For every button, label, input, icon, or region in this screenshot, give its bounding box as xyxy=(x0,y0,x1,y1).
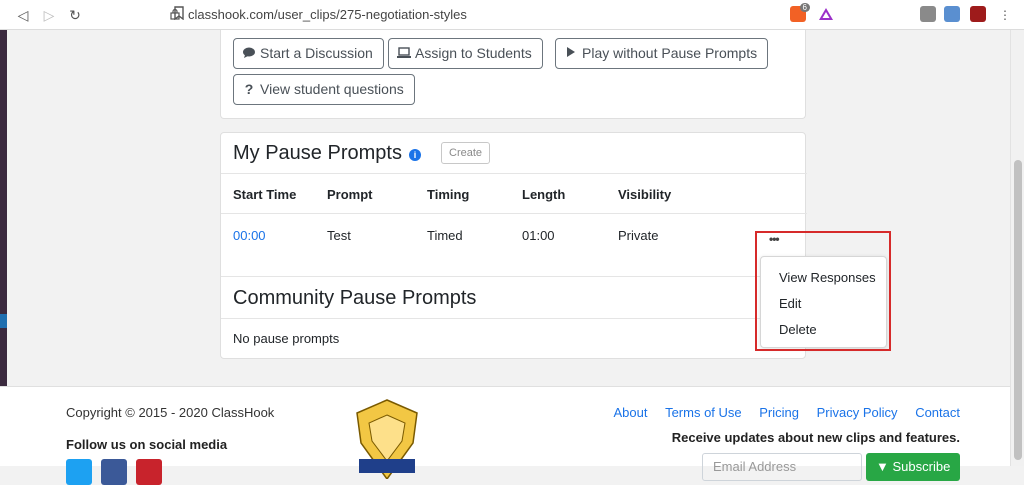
actions-card: Start a Discussion Assign to Students Pl… xyxy=(220,30,806,119)
privacy-link[interactable]: Privacy Policy xyxy=(817,405,898,420)
play-icon xyxy=(564,39,578,68)
page-scrollbar[interactable] xyxy=(1010,30,1024,466)
column-header: Prompt xyxy=(327,187,373,202)
extension-icon-2[interactable] xyxy=(944,6,960,22)
community-prompts-title: Community Pause Prompts xyxy=(233,287,477,309)
column-header: Visibility xyxy=(618,187,672,202)
assign-students-button[interactable]: Assign to Students xyxy=(388,38,543,69)
extension-icon-1[interactable] xyxy=(920,6,936,22)
aasl-badge-logo xyxy=(356,399,418,479)
question-icon: ? xyxy=(244,81,254,97)
pricing-link[interactable]: Pricing xyxy=(759,405,799,420)
menu-icon[interactable]: ⋮ xyxy=(996,6,1014,24)
pinterest-icon[interactable] xyxy=(136,459,162,485)
pause-prompts-card: My Pause Prompts i Create Start Time Pro… xyxy=(220,132,807,359)
play-without-prompts-button[interactable]: Play without Pause Prompts xyxy=(555,38,769,69)
filter-icon: ▼ xyxy=(876,459,889,474)
community-divider xyxy=(221,318,807,319)
start-time-link[interactable]: 00:00 xyxy=(233,228,266,243)
comment-icon xyxy=(242,39,256,68)
follow-heading: Follow us on social media xyxy=(66,437,228,452)
copyright-text: Copyright © 2015 - 2020 ClassHook xyxy=(66,405,275,420)
visibility-cell: Private xyxy=(618,228,659,243)
subscribe-label: Subscribe xyxy=(892,459,951,474)
about-link[interactable]: About xyxy=(613,405,647,420)
column-header: Timing xyxy=(427,187,470,202)
forward-icon[interactable]: ▷ xyxy=(40,6,58,24)
highlight-box xyxy=(755,231,891,351)
background-strip-mark xyxy=(0,314,7,328)
twitter-icon[interactable] xyxy=(66,459,92,485)
terms-link[interactable]: Terms of Use xyxy=(665,405,742,420)
ublock-icon[interactable] xyxy=(970,6,986,22)
start-discussion-button[interactable]: Start a Discussion xyxy=(233,38,384,69)
contact-link[interactable]: Contact xyxy=(915,405,960,420)
back-icon[interactable]: ◁ xyxy=(14,6,32,24)
no-prompts-text: No pause prompts xyxy=(233,331,340,346)
prompt-cell: Test xyxy=(327,228,351,243)
assign-students-label: Assign to Students xyxy=(415,45,532,61)
footer-links: About Terms of Use Pricing Privacy Polic… xyxy=(599,405,960,420)
brave-shield-icon[interactable]: 6 xyxy=(790,3,810,22)
section-divider xyxy=(221,276,807,277)
table-header-divider xyxy=(221,213,807,214)
create-prompt-button[interactable]: Create xyxy=(441,142,491,164)
subscribe-button[interactable]: ▼ Subscribe xyxy=(866,453,960,481)
reload-icon[interactable]: ↻ xyxy=(66,6,84,24)
timing-cell: Timed xyxy=(427,228,463,243)
lock-icon xyxy=(170,8,180,20)
info-icon[interactable]: i xyxy=(409,149,421,161)
start-discussion-label: Start a Discussion xyxy=(260,45,373,61)
length-cell: 01:00 xyxy=(522,228,555,243)
scroll-thumb[interactable] xyxy=(1014,160,1022,460)
laptop-icon xyxy=(397,39,411,68)
column-header: Length xyxy=(522,187,566,202)
my-prompts-title: My Pause Prompts xyxy=(233,142,402,164)
header-divider xyxy=(221,173,807,174)
column-header: Start Time xyxy=(233,187,297,202)
brave-badge: 6 xyxy=(799,3,810,12)
rewards-icon[interactable] xyxy=(818,6,834,22)
browser-toolbar: ◁ ▷ ↻ classhook.com/user_clips/275-negot… xyxy=(0,0,1024,30)
view-questions-label: View student questions xyxy=(260,81,404,97)
email-input[interactable]: Email Address xyxy=(702,453,862,481)
facebook-icon[interactable] xyxy=(101,459,127,485)
view-questions-button[interactable]: ? View student questions xyxy=(233,74,415,105)
address-bar[interactable]: classhook.com/user_clips/275-negotiation… xyxy=(164,3,840,26)
page-footer: Copyright © 2015 - 2020 ClassHook Follow… xyxy=(0,386,1010,485)
newsletter-heading: Receive updates about new clips and feat… xyxy=(671,430,960,445)
play-without-prompts-label: Play without Pause Prompts xyxy=(582,45,758,61)
url-text: classhook.com/user_clips/275-negotiation… xyxy=(188,7,467,22)
